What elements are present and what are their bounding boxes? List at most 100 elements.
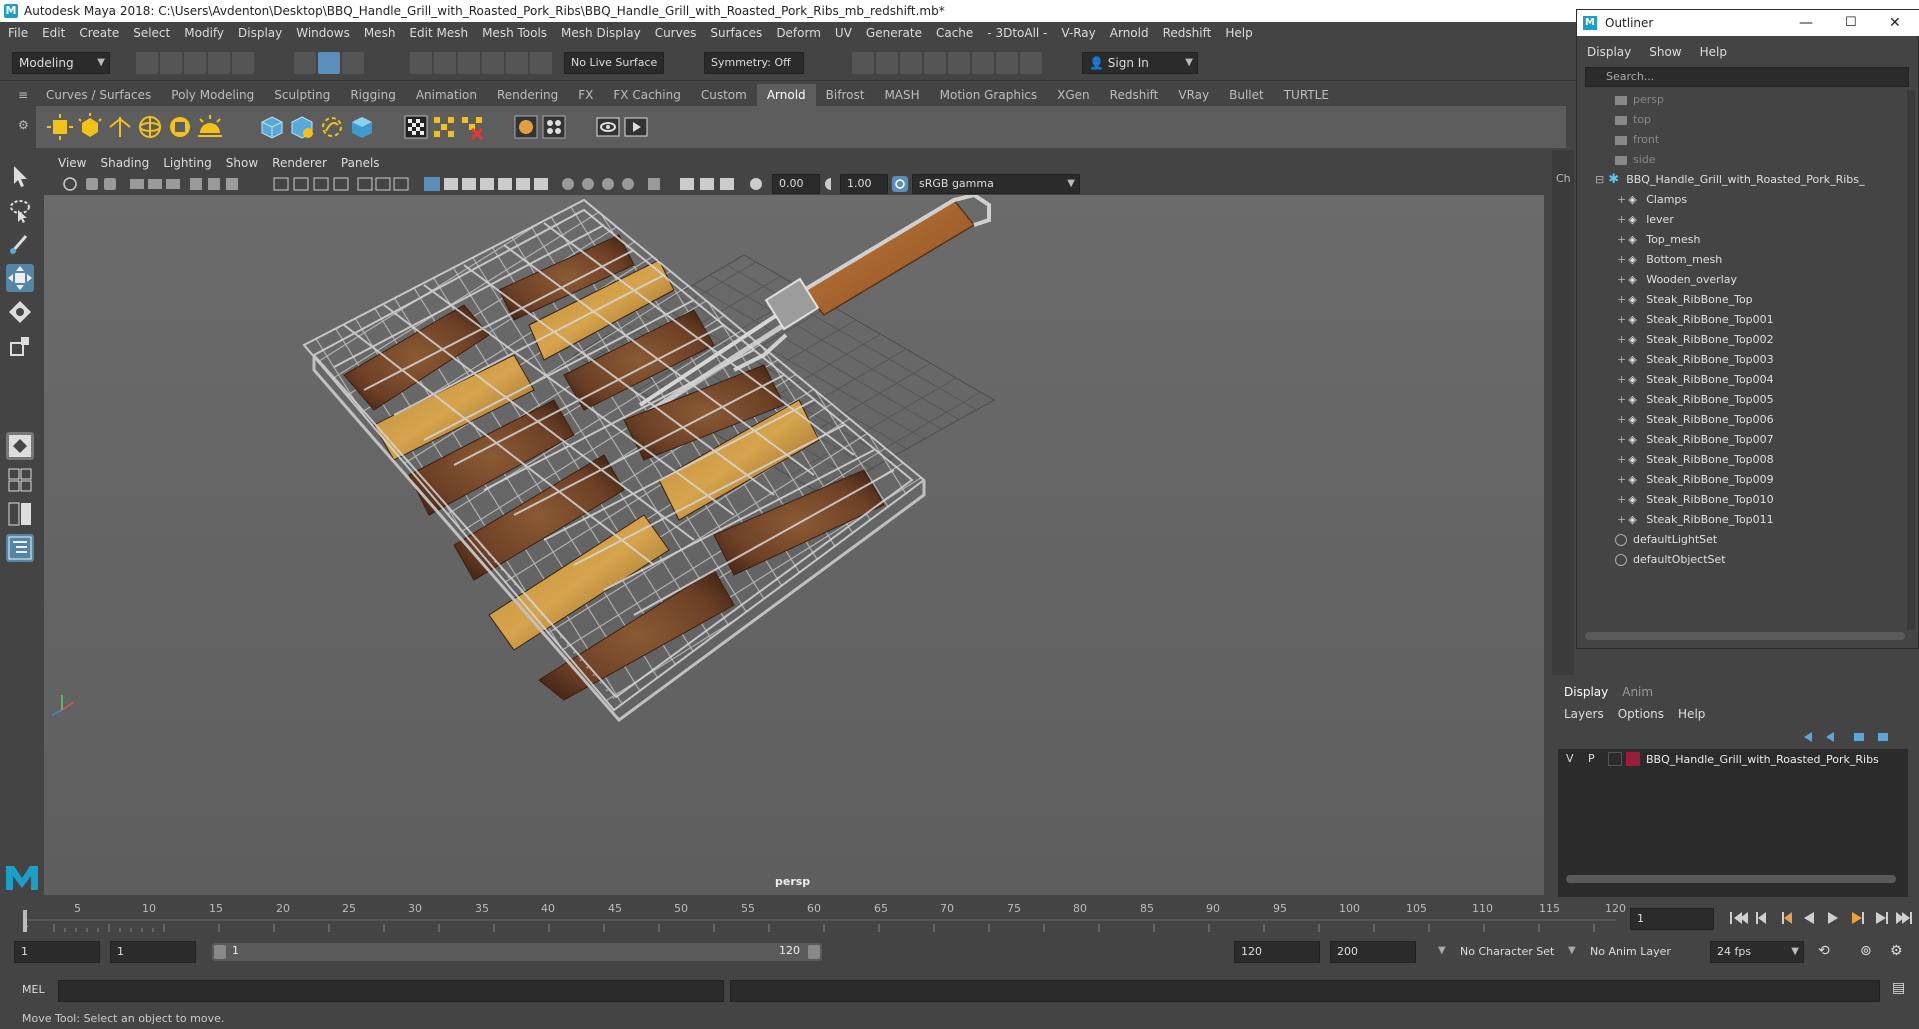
layer-playback-toggle[interactable]: P bbox=[1588, 752, 1595, 765]
chevron-down-icon[interactable]: ▼ bbox=[1438, 945, 1446, 956]
viewport-menu-panels[interactable]: Panels bbox=[341, 156, 380, 170]
pause-render-icon[interactable] bbox=[1020, 52, 1042, 74]
layer-reference-toggle[interactable] bbox=[1608, 752, 1622, 766]
menu-cache[interactable]: Cache bbox=[936, 26, 973, 40]
tree-item-camera[interactable]: top bbox=[1583, 110, 1903, 130]
channel-box-tab[interactable]: Ch bbox=[1556, 172, 1571, 185]
lasso-tool-icon[interactable] bbox=[6, 196, 34, 224]
expand-icon[interactable]: + bbox=[1617, 413, 1626, 426]
menu-uv[interactable]: UV bbox=[835, 26, 852, 40]
tree-item-mesh[interactable]: + ◈ Top_mesh bbox=[1583, 230, 1903, 250]
rotate-tool-icon[interactable] bbox=[6, 298, 34, 326]
outliner-vertical-scrollbar[interactable] bbox=[1907, 90, 1915, 630]
snap-view-plane-icon[interactable] bbox=[482, 52, 504, 74]
select-by-hierarchy-icon[interactable] bbox=[294, 52, 316, 74]
menu-file[interactable]: File bbox=[8, 26, 28, 40]
menu-select[interactable]: Select bbox=[133, 26, 170, 40]
tree-item-camera[interactable]: front bbox=[1583, 130, 1903, 150]
tree-item-mesh[interactable]: + ◈ Steak_RibBone_Top007 bbox=[1583, 430, 1903, 450]
menu-help[interactable]: Help bbox=[1225, 26, 1252, 40]
render-frame-icon[interactable] bbox=[852, 52, 874, 74]
layers-menu-help[interactable]: Help bbox=[1678, 707, 1705, 721]
layers-menu-layers[interactable]: Layers bbox=[1564, 707, 1604, 721]
arnold-render-icon[interactable] bbox=[996, 52, 1018, 74]
tree-item-mesh[interactable]: + ◈ Steak_RibBone_Top bbox=[1583, 290, 1903, 310]
expand-icon[interactable]: + bbox=[1617, 473, 1626, 486]
tree-item-set[interactable]: defaultLightSet bbox=[1583, 530, 1903, 550]
playback-start-field[interactable]: 1 bbox=[110, 941, 196, 963]
export-standin-icon[interactable] bbox=[288, 113, 316, 141]
ipr-render-icon[interactable] bbox=[876, 52, 898, 74]
layer-visibility-toggle[interactable]: V bbox=[1566, 752, 1574, 765]
tree-item-mesh[interactable]: + ◈ Steak_RibBone_Top008 bbox=[1583, 450, 1903, 470]
viewport-menu-shading[interactable]: Shading bbox=[100, 156, 149, 170]
expand-icon[interactable]: + bbox=[1617, 453, 1626, 466]
render-settings-icon[interactable] bbox=[900, 52, 922, 74]
tree-item-camera[interactable]: persp bbox=[1583, 90, 1903, 110]
tree-item-mesh[interactable]: + ◈ Steak_RibBone_Top009 bbox=[1583, 470, 1903, 490]
tree-item-mesh[interactable]: + ◈ Steak_RibBone_Top006 bbox=[1583, 410, 1903, 430]
snap-grid-icon[interactable] bbox=[410, 52, 432, 74]
tab-anim-layers[interactable]: Anim bbox=[1622, 685, 1653, 699]
layer-color-swatch[interactable] bbox=[1626, 752, 1640, 766]
close-icon[interactable]: ✕ bbox=[1889, 10, 1901, 36]
shelf-tab-animation[interactable]: Animation bbox=[406, 84, 487, 106]
tree-item-group[interactable]: ⊟ ✱ BBQ_Handle_Grill_with_Roasted_Pork_Rib… bbox=[1583, 170, 1903, 190]
menu-mesh-display[interactable]: Mesh Display bbox=[561, 26, 641, 40]
shelf-tab-bullet[interactable]: Bullet bbox=[1219, 84, 1274, 106]
viewport-menu-show[interactable]: Show bbox=[226, 156, 258, 170]
menu-edit-mesh[interactable]: Edit Mesh bbox=[409, 26, 468, 40]
tree-item-mesh[interactable]: + ◈ Steak_RibBone_Top004 bbox=[1583, 370, 1903, 390]
expand-icon[interactable]: + bbox=[1617, 253, 1626, 266]
redshift-render-view-icon[interactable] bbox=[948, 52, 970, 74]
light-portal-icon[interactable] bbox=[166, 113, 194, 141]
scene-end-field[interactable]: 200 bbox=[1330, 941, 1416, 963]
shelf-tab-custom[interactable]: Custom bbox=[691, 84, 757, 106]
mesh-light-icon[interactable] bbox=[76, 113, 104, 141]
curve-collector-icon[interactable] bbox=[318, 113, 346, 141]
live-surface-field[interactable]: No Live Surface bbox=[564, 52, 664, 74]
shelf-tab-rendering[interactable]: Rendering bbox=[487, 84, 568, 106]
outliner-search-input[interactable]: Search... bbox=[1585, 67, 1909, 87]
minimize-icon[interactable]: — bbox=[1799, 10, 1813, 36]
viewport-menu-renderer[interactable]: Renderer bbox=[272, 156, 327, 170]
tree-item-mesh[interactable]: + ◈ Wooden_overlay bbox=[1583, 270, 1903, 290]
vray-render-icon[interactable] bbox=[972, 52, 994, 74]
shader-ball-icon[interactable] bbox=[512, 113, 540, 141]
expand-icon[interactable]: + bbox=[1617, 493, 1626, 506]
hypershade-icon[interactable] bbox=[924, 52, 946, 74]
physical-sky-icon[interactable] bbox=[196, 113, 224, 141]
collapse-icon[interactable]: ⊟ bbox=[1595, 173, 1604, 186]
undo-icon[interactable] bbox=[208, 52, 230, 74]
range-end-handle[interactable] bbox=[808, 945, 820, 959]
expand-icon[interactable]: + bbox=[1617, 433, 1626, 446]
expand-icon[interactable]: + bbox=[1617, 293, 1626, 306]
snap-live-icon[interactable] bbox=[506, 52, 528, 74]
menu-edit[interactable]: Edit bbox=[42, 26, 65, 40]
four-view-layout-icon[interactable] bbox=[6, 466, 34, 494]
shelf-tab-vray[interactable]: VRay bbox=[1168, 84, 1219, 106]
outliner-menu-show[interactable]: Show bbox=[1649, 45, 1681, 59]
shelf-tab-xgen[interactable]: XGen bbox=[1047, 84, 1100, 106]
tree-item-mesh[interactable]: + ◈ Bottom_mesh bbox=[1583, 250, 1903, 270]
outliner-menu-display[interactable]: Display bbox=[1587, 45, 1631, 59]
shelf-tab-rigging[interactable]: Rigging bbox=[340, 84, 405, 106]
snap-pivot-icon[interactable] bbox=[530, 52, 552, 74]
menu-vray[interactable]: V-Ray bbox=[1061, 26, 1095, 40]
tree-item-mesh[interactable]: + ◈ Steak_RibBone_Top001 bbox=[1583, 310, 1903, 330]
layer-name[interactable]: BBQ_Handle_Grill_with_Roasted_Pork_Ribs bbox=[1646, 753, 1879, 766]
single-perspective-layout-icon[interactable] bbox=[6, 432, 34, 460]
layers-menu-options[interactable]: Options bbox=[1618, 707, 1664, 721]
tree-item-mesh[interactable]: + ◈ Steak_RibBone_Top002 bbox=[1583, 330, 1903, 350]
outliner-horizontal-scrollbar[interactable] bbox=[1585, 632, 1905, 640]
tree-item-mesh[interactable]: + ◈ Steak_RibBone_Top003 bbox=[1583, 350, 1903, 370]
scale-tool-icon[interactable] bbox=[6, 332, 34, 360]
expand-icon[interactable]: + bbox=[1617, 273, 1626, 286]
layer-action-icons[interactable] bbox=[1800, 729, 1904, 745]
shelf-tab-bifrost[interactable]: Bifrost bbox=[816, 84, 875, 106]
gamma-toggle-icon[interactable] bbox=[824, 177, 838, 191]
viewport-menu-view[interactable]: View bbox=[58, 156, 86, 170]
shelf-tab-fx-caching[interactable]: FX Caching bbox=[603, 84, 690, 106]
expand-icon[interactable]: + bbox=[1617, 233, 1626, 246]
persp-outliner-layout-icon[interactable] bbox=[6, 500, 34, 528]
